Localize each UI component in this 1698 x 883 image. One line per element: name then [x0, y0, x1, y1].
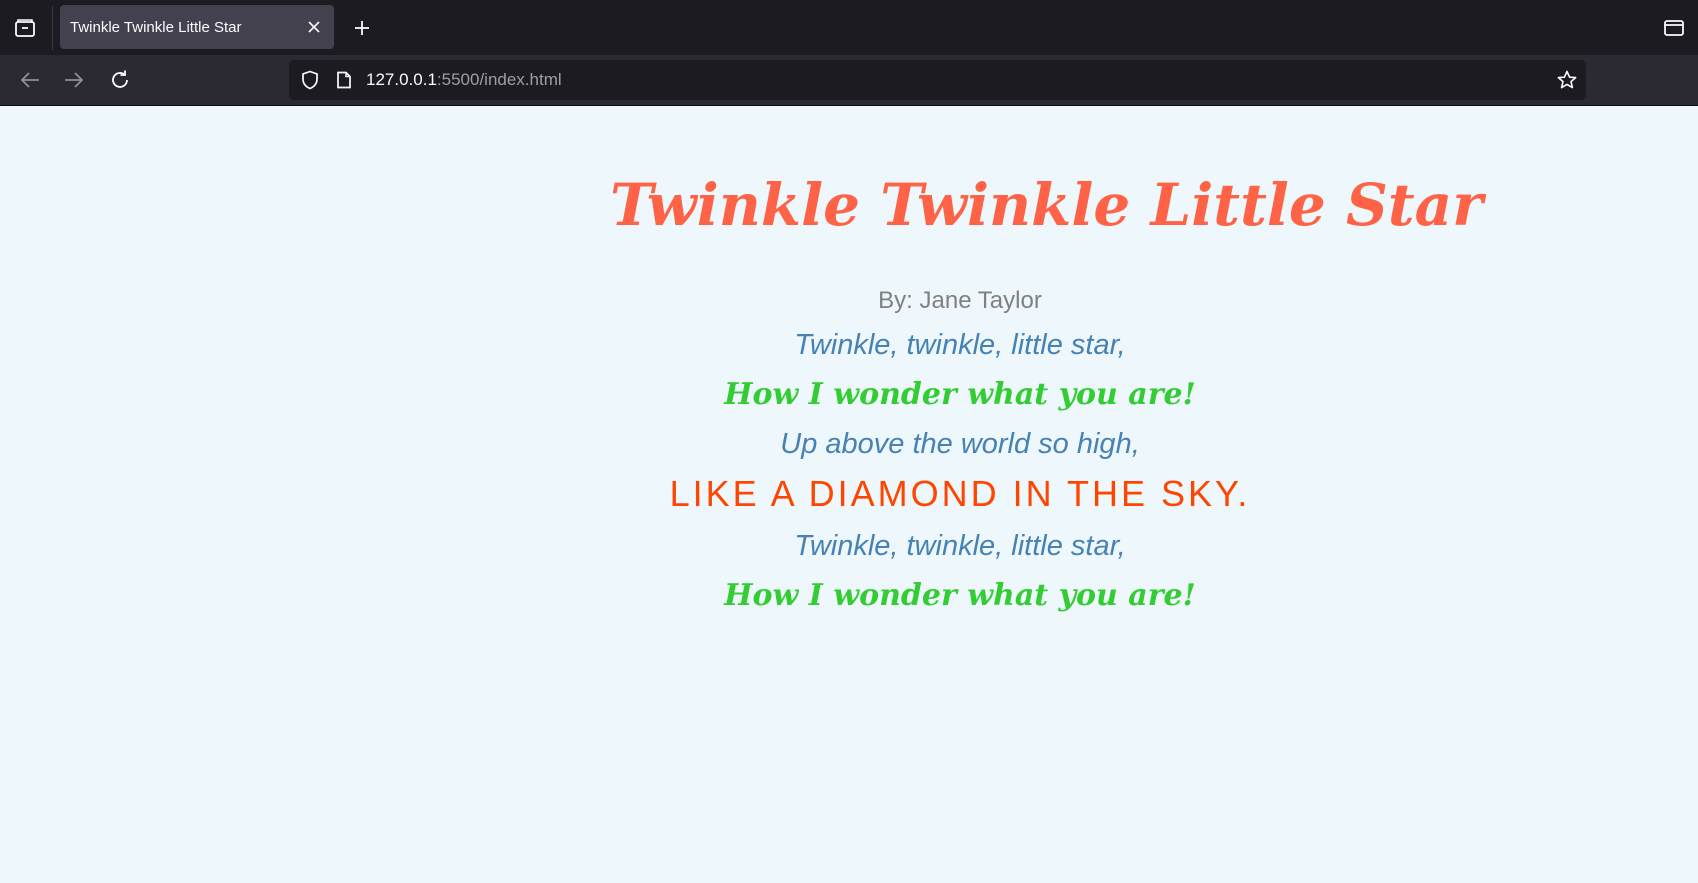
- url-host: 127.0.0.1: [366, 70, 437, 89]
- window-icon[interactable]: [1662, 16, 1686, 40]
- arrow-left-icon[interactable]: [17, 67, 43, 93]
- tab-title: Twinkle Twinkle Little Star: [70, 18, 242, 36]
- poem-author: By: Jane Taylor: [878, 287, 1042, 314]
- shield-icon[interactable]: [299, 69, 321, 91]
- tab-strip: Twinkle Twinkle Little Star: [0, 0, 1698, 55]
- poem-line: How I wonder what you are!: [724, 377, 1196, 412]
- poem-line: Up above the world so high,: [780, 428, 1140, 460]
- plus-icon[interactable]: [350, 16, 374, 40]
- reload-icon[interactable]: [107, 67, 133, 93]
- poem-title: Twinkle Twinkle Little Star: [610, 171, 1483, 239]
- poem-line: How I wonder what you are!: [724, 578, 1196, 613]
- close-icon[interactable]: [304, 17, 324, 37]
- url-path: :5500/index.html: [436, 70, 562, 89]
- poem-line: Twinkle, twinkle, little star,: [794, 329, 1126, 361]
- page-icon[interactable]: [333, 69, 355, 91]
- arrow-right-icon[interactable]: [61, 67, 87, 93]
- star-icon[interactable]: [1556, 69, 1578, 91]
- address-bar[interactable]: 127.0.0.1:5500/index.html: [289, 60, 1586, 100]
- tab-divider: [52, 6, 53, 50]
- url-text[interactable]: 127.0.0.1:5500/index.html: [366, 70, 562, 90]
- folder-tab-icon[interactable]: [12, 16, 38, 40]
- navigation-toolbar: 127.0.0.1:5500/index.html: [0, 55, 1698, 106]
- page-viewport: Twinkle Twinkle Little Star By: Jane Tay…: [0, 106, 1698, 883]
- poem-line: Twinkle, twinkle, little star,: [794, 530, 1126, 562]
- tab-active[interactable]: Twinkle Twinkle Little Star: [60, 5, 334, 49]
- poem-line: Like a diamond in the sky.: [669, 473, 1251, 514]
